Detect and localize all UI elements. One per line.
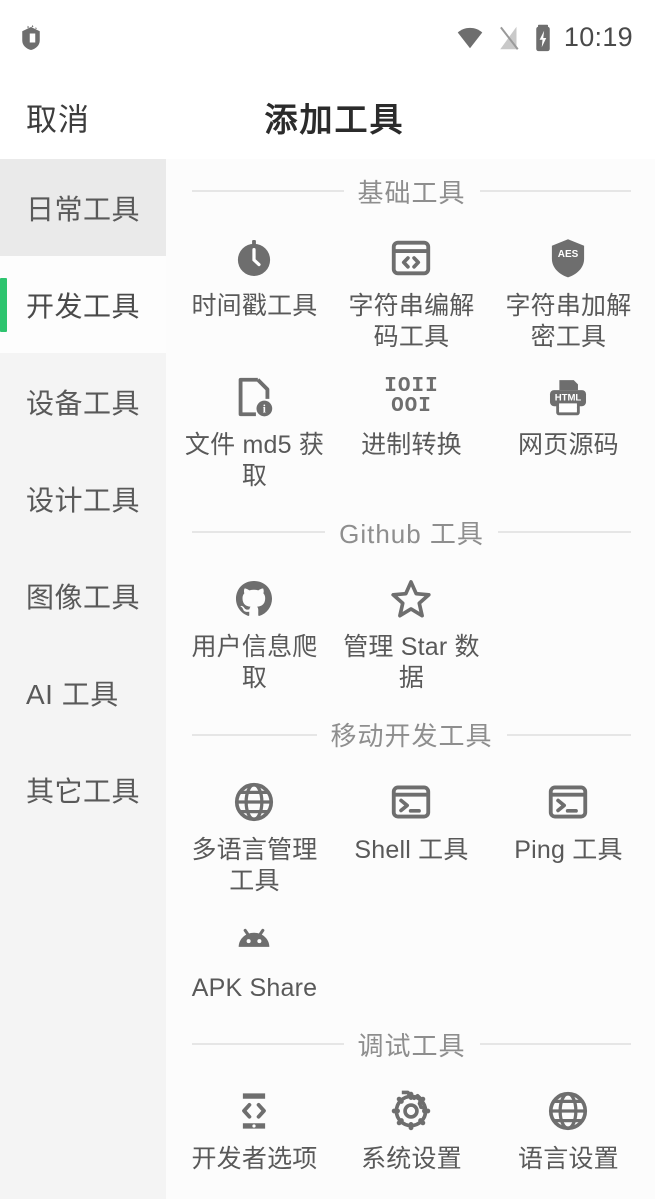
section-grid-mobile: 多语言管理工具 Shell 工具 Ping 工具 APK Share [176, 767, 647, 1013]
tool-label: Shell 工具 [354, 835, 469, 864]
divider-line [192, 190, 344, 192]
svg-text:AES: AES [558, 249, 579, 260]
sidebar-item-label: 设备工具 [26, 387, 141, 419]
sidebar-item-device[interactable]: 设备工具 [0, 353, 166, 450]
battery-charging-icon [533, 23, 553, 53]
sidebar-item-design[interactable]: 设计工具 [0, 450, 166, 547]
tool-label: 字符串编解码工具 [348, 292, 475, 352]
tool-manage-star[interactable]: 管理 Star 数据 [333, 564, 490, 703]
sidebar-item-image[interactable]: 图像工具 [0, 547, 166, 644]
tool-language-settings[interactable]: 语言设置 [490, 1076, 647, 1183]
aes-shield-icon: AES [494, 233, 643, 283]
github-icon [180, 574, 329, 624]
divider-line [192, 733, 317, 736]
status-bar-clock: 10:19 [563, 22, 633, 52]
app-screen: 10:19 取消 添加工具 日常工具 开发工具 设备工具 设计工具 图像工具 A… [0, 0, 655, 1199]
tool-webpage-source[interactable]: HTML 网页源码 [490, 362, 647, 501]
divider-line [479, 190, 632, 192]
sidebar-item-label: 其它工具 [26, 775, 141, 807]
divider-line [479, 1043, 632, 1046]
section-grid-github: 用户信息爬取 管理 Star 数据 [176, 564, 647, 703]
sidebar-item-label: 图像工具 [26, 581, 141, 613]
tool-shell[interactable]: Shell 工具 [333, 767, 490, 906]
sidebar-item-label: 开发工具 [26, 290, 141, 322]
sidebar-item-other[interactable]: 其它工具 [0, 741, 166, 838]
tool-label: Ping 工具 [514, 835, 623, 864]
sidebar-item-ai[interactable]: AI 工具 [0, 644, 166, 741]
section-header-mobile: 移动开发工具 [176, 703, 647, 767]
wifi-icon [455, 23, 485, 53]
section-header-basic: 基础工具 [176, 159, 647, 223]
tool-string-codec[interactable]: 字符串编解码工具 [333, 223, 490, 362]
tool-label: APK Share [191, 974, 318, 1002]
html-printer-icon: HTML [494, 372, 643, 422]
divider-line [506, 733, 632, 736]
tool-system-settings[interactable]: 系统设置 [333, 1076, 490, 1183]
page-title: 添加工具 [264, 101, 405, 138]
binary-glyph-text: IOII OOI [384, 374, 439, 418]
tool-label: 语言设置 [518, 1145, 619, 1174]
status-bar-right: 10:19 [455, 22, 633, 53]
android-icon [180, 915, 329, 965]
gear-icon [337, 1086, 486, 1136]
tool-label: 时间戳工具 [191, 292, 318, 320]
tool-label: 用户信息爬取 [191, 633, 318, 693]
section-grid-debug: 开发者选项 系统设置 语言设置 [176, 1076, 647, 1183]
file-info-icon: i [180, 372, 329, 422]
signal-off-icon [496, 23, 522, 53]
code-brackets-icon [337, 233, 486, 283]
title-bar: 取消 添加工具 [0, 75, 655, 159]
tool-label: 多语言管理工具 [191, 835, 318, 895]
globe-icon [180, 777, 329, 827]
tool-label: 系统设置 [361, 1145, 462, 1174]
tool-label: 开发者选项 [191, 1145, 318, 1174]
divider-line [497, 531, 632, 533]
tool-label: 网页源码 [518, 430, 619, 459]
page-body: 日常工具 开发工具 设备工具 设计工具 图像工具 AI 工具 其它工具 基础工具 [0, 159, 655, 1199]
svg-text:HTML: HTML [555, 392, 582, 403]
section-title: 移动开发工具 [330, 721, 493, 751]
section-title: Github 工具 [339, 518, 484, 549]
tool-timestamp[interactable]: 时间戳工具 [176, 223, 333, 362]
section-title: 调试工具 [357, 1030, 466, 1061]
tool-label: 进制转换 [361, 430, 462, 459]
sidebar-item-daily[interactable]: 日常工具 [0, 159, 166, 256]
cancel-button[interactable]: 取消 [26, 95, 90, 140]
tool-github-user-crawl[interactable]: 用户信息爬取 [176, 564, 333, 703]
divider-line [192, 531, 326, 533]
status-bar: 10:19 [0, 0, 655, 75]
binary-icon: IOII OOI [337, 372, 486, 422]
sidebar-item-label: 设计工具 [26, 484, 141, 516]
status-bar-left [16, 23, 46, 53]
tool-radix-convert[interactable]: IOII OOI 进制转换 [333, 362, 490, 501]
terminal-icon [494, 777, 643, 827]
category-sidebar[interactable]: 日常工具 开发工具 设备工具 设计工具 图像工具 AI 工具 其它工具 [0, 159, 166, 1199]
sidebar-item-label: AI 工具 [26, 678, 119, 710]
sidebar-item-label: 日常工具 [26, 193, 141, 225]
terminal-icon [337, 777, 486, 827]
clock-icon [180, 233, 329, 283]
tool-label: 字符串加解密工具 [505, 292, 632, 352]
tool-label: 文件 md5 获取 [184, 430, 325, 490]
sidebar-item-dev[interactable]: 开发工具 [0, 256, 166, 353]
section-header-github: Github 工具 [176, 500, 647, 564]
tool-list: 基础工具 时间戳工具 字符串编解码工具 AES 字符串加解密工具 i 文件 md… [166, 159, 655, 1199]
tool-string-crypto[interactable]: AES 字符串加解密工具 [490, 223, 647, 362]
phone-code-icon [180, 1086, 329, 1136]
tool-file-md5[interactable]: i 文件 md5 获取 [176, 362, 333, 501]
star-icon [337, 574, 486, 624]
tool-ping[interactable]: Ping 工具 [490, 767, 647, 906]
svg-text:i: i [263, 403, 266, 415]
section-header-debug: 调试工具 [176, 1012, 647, 1076]
section-title: 基础工具 [357, 177, 466, 208]
tool-label: 管理 Star 数据 [343, 633, 480, 693]
tool-developer-options[interactable]: 开发者选项 [176, 1076, 333, 1183]
divider-line [192, 1043, 344, 1046]
app-notification-icon [16, 23, 46, 53]
section-grid-basic: 时间戳工具 字符串编解码工具 AES 字符串加解密工具 i 文件 md5 获取 … [176, 223, 647, 500]
tool-i18n-manager[interactable]: 多语言管理工具 [176, 767, 333, 906]
tool-apk-share[interactable]: APK Share [176, 905, 333, 1012]
globe-icon [494, 1086, 643, 1136]
